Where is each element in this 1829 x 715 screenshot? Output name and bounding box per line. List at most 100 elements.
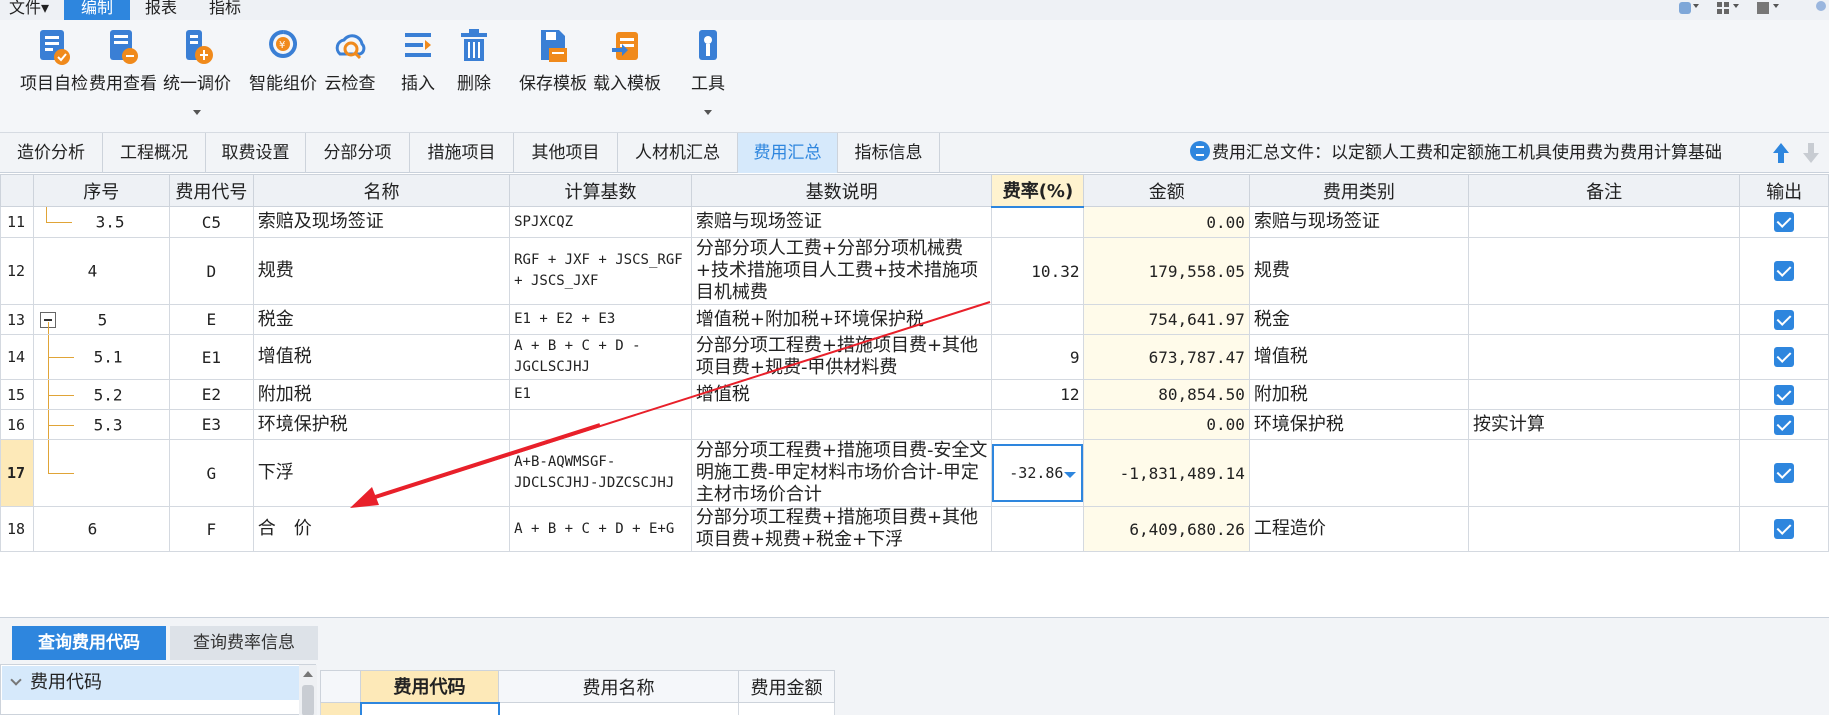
tab-project-overview[interactable]: 工程概况 — [103, 133, 206, 173]
remark-cell[interactable] — [1467, 237, 1741, 305]
project-selfcheck-button[interactable]: 项目自检 — [14, 28, 94, 94]
header-remark[interactable]: 备注 — [1467, 174, 1741, 207]
category-cell[interactable]: 规费 — [1248, 237, 1469, 305]
code-cell[interactable]: C5 — [168, 206, 254, 238]
output-checkbox[interactable] — [1774, 414, 1795, 435]
scroll-up-icon[interactable] — [303, 671, 313, 677]
name-cell[interactable]: 下浮 — [252, 439, 511, 507]
remark-cell[interactable] — [1467, 379, 1741, 410]
code-cell[interactable]: E3 — [168, 409, 254, 440]
table-row[interactable] — [320, 701, 835, 715]
load-template-button[interactable]: 载入模板 — [592, 28, 662, 94]
rate-cell[interactable]: 12 — [991, 379, 1085, 410]
header-seq[interactable]: 序号 — [32, 174, 170, 207]
name-cell[interactable]: 合 价 — [252, 506, 511, 552]
base-cell[interactable]: E1 — [509, 379, 692, 410]
unified-price-button[interactable]: 统一调价 — [162, 28, 232, 115]
menu-file[interactable]: 文件▾ — [0, 0, 58, 20]
category-cell[interactable]: 增值税 — [1248, 334, 1469, 380]
table-row[interactable]: 12 4 D 规费 RGF + JXF + JSCS_RGF + JSCS_JX… — [0, 237, 1829, 305]
header-amount[interactable]: 金额 — [1083, 174, 1250, 207]
header-base[interactable]: 计算基数 — [509, 174, 692, 207]
name-cell[interactable]: 增值税 — [252, 334, 511, 380]
header-rate[interactable]: 费率(%) — [991, 174, 1085, 208]
output-checkbox[interactable] — [1774, 261, 1795, 282]
name-cell[interactable]: 税金 — [252, 304, 511, 335]
subcell-name[interactable] — [498, 702, 739, 715]
subheader-amount[interactable]: 费用金额 — [738, 670, 835, 703]
tab-measure-items[interactable]: 措施项目 — [410, 133, 514, 173]
table-row[interactable]: 13 5 E 税金 E1 + E2 + E3 增值税+附加税+环境保护税 754… — [0, 304, 1829, 335]
output-checkbox[interactable] — [1774, 463, 1795, 484]
base-cell[interactable] — [509, 409, 692, 440]
tab-other-items[interactable]: 其他项目 — [514, 133, 618, 173]
subcell-code[interactable] — [359, 701, 500, 715]
table-row[interactable]: 15 5.2 E2 附加税 E1 增值税 12 80,854.50 附加税 — [0, 379, 1829, 410]
name-cell[interactable]: 环境保护税 — [252, 409, 511, 440]
output-checkbox[interactable] — [1774, 212, 1795, 233]
tools-button[interactable]: 工具 — [686, 28, 730, 115]
remark-cell[interactable] — [1467, 506, 1741, 552]
header-code[interactable]: 费用代号 — [168, 174, 254, 207]
category-cell[interactable]: 税金 — [1248, 304, 1469, 335]
header-name[interactable]: 名称 — [252, 174, 511, 207]
scroll-thumb[interactable] — [302, 685, 314, 715]
output-checkbox[interactable] — [1774, 347, 1795, 368]
insert-button[interactable]: 插入 — [396, 28, 440, 94]
remark-cell[interactable]: 按实计算 — [1467, 409, 1741, 440]
subheader-code[interactable]: 费用代码 — [360, 670, 499, 703]
save-template-button[interactable]: 保存模板 — [518, 28, 588, 94]
table-row[interactable]: 16 5.3 E3 环境保护税 0.00 环境保护税 按实计算 — [0, 409, 1829, 440]
base-cell[interactable]: A + B + C + D - JGCLSCJHJ — [509, 334, 692, 380]
base-cell[interactable]: E1 + E2 + E3 — [509, 304, 692, 335]
table-row-selected[interactable]: 17 G 下浮 A+B-AQWMSGF-JDCLSCJHJ-JDZCSCJHJ … — [0, 439, 1829, 507]
tab-fee-settings[interactable]: 取费设置 — [206, 133, 306, 173]
subheader-name[interactable]: 费用名称 — [498, 670, 739, 703]
header-desc[interactable]: 基数说明 — [690, 174, 993, 207]
tab-query-fee-code[interactable]: 查询费用代码 — [12, 626, 166, 660]
category-cell[interactable]: 索赔与现场签证 — [1248, 206, 1469, 238]
category-cell[interactable] — [1248, 439, 1469, 507]
tab-cost-analysis[interactable]: 造价分析 — [0, 133, 103, 173]
base-cell[interactable]: RGF + JXF + JSCS_RGF + JSCS_JXF — [509, 237, 692, 305]
code-cell[interactable]: G — [168, 439, 254, 507]
base-cell[interactable]: A + B + C + D + E+G — [509, 506, 692, 552]
rate-cell[interactable] — [991, 506, 1085, 552]
fee-view-button[interactable]: 费用查看 — [88, 28, 158, 94]
rate-cell[interactable] — [991, 206, 1085, 238]
code-cell[interactable]: F — [168, 506, 254, 552]
header-output[interactable]: 输出 — [1739, 174, 1829, 207]
menu-index[interactable]: 指标 — [196, 0, 254, 20]
chevron-down-icon[interactable] — [10, 674, 22, 686]
tab-labor-material-summary[interactable]: 人材机汇总 — [618, 133, 738, 173]
code-cell[interactable]: E2 — [168, 379, 254, 410]
remark-cell[interactable] — [1467, 206, 1741, 238]
rate-cell[interactable] — [991, 304, 1085, 335]
base-cell[interactable]: A+B-AQWMSGF-JDCLSCJHJ-JDZCSCJHJ — [509, 439, 692, 507]
menu-edit[interactable]: 编制 — [64, 0, 130, 20]
layout-icons[interactable] — [1669, 0, 1829, 20]
output-checkbox[interactable] — [1774, 309, 1795, 330]
name-cell[interactable]: 附加税 — [252, 379, 511, 410]
table-row[interactable]: 11 3.5 C5 索赔及现场签证 SPJXCQZ 索赔与现场签证 0.00 索… — [0, 206, 1829, 238]
smart-price-button[interactable]: ¥ 智能组价 — [248, 28, 318, 94]
move-down-icon[interactable] — [1800, 140, 1822, 166]
table-row[interactable]: 18 6 F 合 价 A + B + C + D + E+G 分部分项工程费+措… — [0, 506, 1829, 552]
table-row[interactable]: 14 5.1 E1 增值税 A + B + C + D - JGCLSCJHJ … — [0, 334, 1829, 380]
remark-cell[interactable] — [1467, 439, 1741, 507]
header-category[interactable]: 费用类别 — [1248, 174, 1469, 207]
category-cell[interactable]: 环境保护税 — [1248, 409, 1469, 440]
tree-item-fee-code[interactable]: 费用代码 — [2, 666, 299, 700]
code-cell[interactable]: E — [168, 304, 254, 335]
rate-cell-editing[interactable]: -32.86 — [991, 439, 1085, 507]
base-cell[interactable]: SPJXCQZ — [509, 206, 692, 238]
rate-cell[interactable]: 10.32 — [991, 237, 1085, 305]
move-up-icon[interactable] — [1770, 140, 1792, 166]
output-checkbox[interactable] — [1774, 384, 1795, 405]
tab-division-items[interactable]: 分部分项 — [306, 133, 410, 173]
remark-cell[interactable] — [1467, 304, 1741, 335]
category-cell[interactable]: 附加税 — [1248, 379, 1469, 410]
rate-dropdown[interactable]: -32.86 — [992, 444, 1083, 502]
output-checkbox[interactable] — [1774, 519, 1795, 540]
delete-button[interactable]: 删除 — [452, 28, 496, 94]
